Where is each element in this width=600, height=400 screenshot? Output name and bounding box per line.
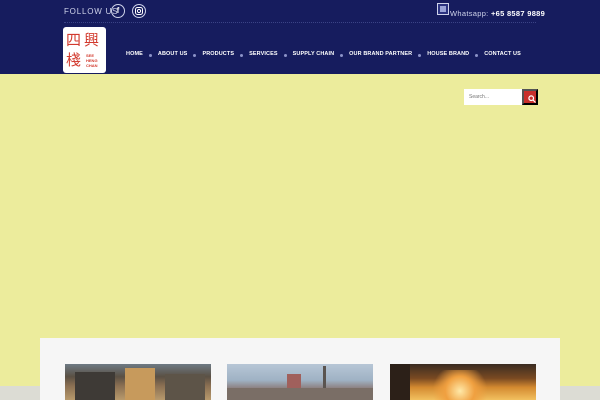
nav-services[interactable]: SERVICES (249, 51, 278, 57)
nav-separator (475, 54, 479, 57)
nav-separator (148, 54, 152, 57)
search-button[interactable] (522, 89, 538, 105)
site-logo[interactable]: 四 興 棧 SEE HENG CHAN (63, 27, 106, 73)
nav-separator (283, 54, 287, 57)
whatsapp-number[interactable]: +65 8587 9889 (491, 9, 545, 18)
feature-card-factory-image[interactable] (390, 364, 536, 400)
feature-card-construction-image[interactable] (227, 364, 373, 400)
nav-home[interactable]: HOME (126, 51, 143, 57)
search-icon (528, 95, 536, 103)
instagram-icon[interactable] (132, 4, 146, 18)
nav-supply-chain[interactable]: SUPPLY CHAIN (293, 51, 335, 57)
feature-card-warehouse-image[interactable] (65, 364, 211, 400)
nav-separator (193, 54, 197, 57)
header-divider (64, 22, 536, 23)
whatsapp-icon (437, 3, 449, 15)
nav-products[interactable]: PRODUCTS (202, 51, 234, 57)
whatsapp-label: Whatsapp: (450, 9, 489, 18)
search-input[interactable] (464, 89, 522, 105)
logo-char-2: 興 (84, 31, 100, 49)
nav-separator (240, 54, 244, 57)
whatsapp-contact[interactable]: Whatsapp: +65 8587 9889 (450, 9, 545, 18)
nav-house-brand[interactable]: HOUSE BRAND (427, 51, 469, 57)
logo-char-3: 棧 (66, 51, 82, 69)
nav-our-brand-partner[interactable]: OUR BRAND PARTNER (349, 51, 412, 57)
site-header: FOLLOW US f Whatsapp: +65 8587 9889 四 興 … (0, 0, 600, 74)
facebook-icon[interactable]: f (111, 4, 125, 18)
main-nav: HOME ABOUT US PRODUCTS SERVICES SUPPLY C… (126, 49, 521, 59)
nav-separator (340, 54, 344, 57)
logo-brand-text: SEE HENG CHAN (86, 53, 98, 68)
nav-about-us[interactable]: ABOUT US (158, 51, 188, 57)
nav-contact-us[interactable]: CONTACT US (484, 51, 521, 57)
logo-char-1: 四 (66, 31, 82, 49)
nav-separator (418, 54, 422, 57)
